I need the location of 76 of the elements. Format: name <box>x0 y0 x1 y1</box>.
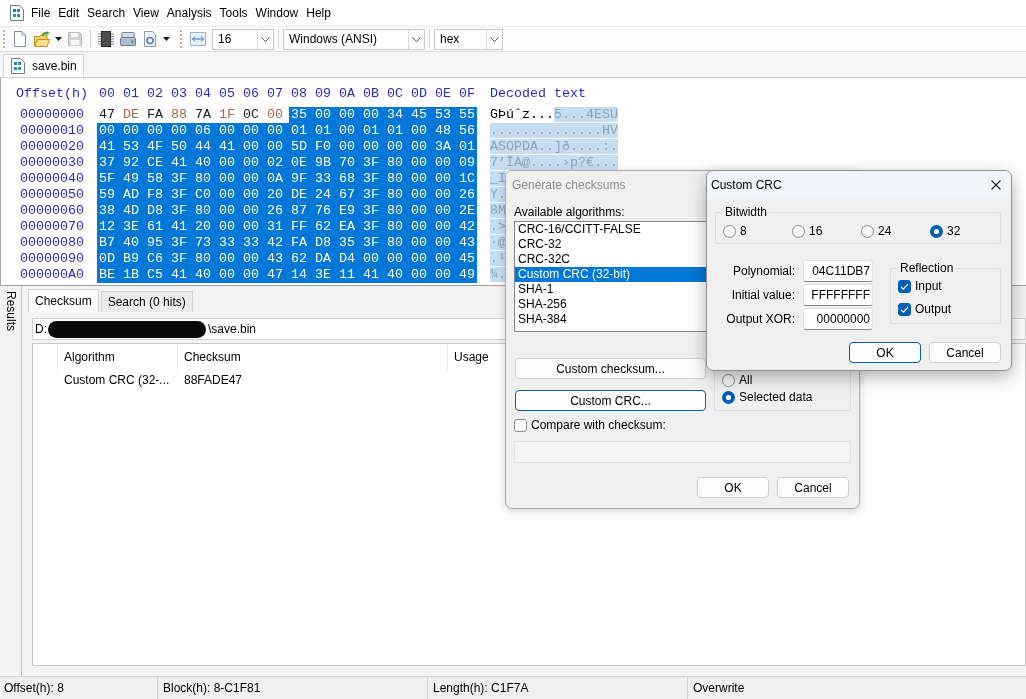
status-text: Overwrite <box>693 681 745 695</box>
column-header: 0F <box>459 86 475 101</box>
column-header: 09 <box>315 86 331 101</box>
hex-bytes: 5F 49 58 3F 80 00 00 0A 9F 33 68 3F 80 00 00 1C <box>97 171 477 187</box>
dialog-title: Generate checksums <box>512 178 626 192</box>
row-offset: 00000030 <box>20 155 84 170</box>
column-header: 00 <box>99 86 115 101</box>
column-header: 06 <box>243 86 259 101</box>
decoded-text: ASOPDA..]ð....:. <box>490 139 618 154</box>
column-header: 03 <box>171 86 187 101</box>
hex-bytes: 37 92 CE 41 40 00 00 02 0E 9B 70 3F 80 00 00 09 <box>97 155 477 171</box>
row-offset: 00000010 <box>20 123 84 138</box>
radio-label: All <box>739 373 753 387</box>
checkbox-label: Compare with checksum: <box>531 418 666 432</box>
field-label: Initial value: <box>730 288 795 302</box>
column-header: Offset(h) <box>16 86 88 101</box>
group-label: Bitwidth <box>724 205 769 219</box>
radio-label: 16 <box>809 224 823 238</box>
hex-bytes: 00 00 00 00 06 00 00 00 01 01 00 01 01 00 48 56 <box>97 123 477 139</box>
radio-label: 24 <box>878 224 892 238</box>
hex-bytes: 59 AD F8 3F C0 00 00 20 DE 24 67 3F 80 00 00 26 <box>97 187 477 203</box>
table-cell-text: 88FADE47 <box>183 372 244 387</box>
column-header: 0A <box>339 86 355 101</box>
row-offset: 00000060 <box>20 203 84 218</box>
column-header: 08 <box>291 86 307 101</box>
column-header: 04 <box>195 86 211 101</box>
column-header: 0E <box>435 86 451 101</box>
dialog-title: Custom CRC <box>711 178 782 192</box>
path-text: D: <box>35 322 47 336</box>
decoded-text: Y. <box>490 187 506 202</box>
decoded-text: 5...4ESU <box>554 107 618 122</box>
column-header: 0D <box>411 86 427 101</box>
decoded-text: _I <box>490 171 506 186</box>
radio-label: 8 <box>740 224 747 238</box>
row-offset: 000000A0 <box>20 267 84 282</box>
checkbox-label: Output <box>915 302 952 316</box>
row-offset: 00000070 <box>20 219 84 234</box>
hex-bytes: BE 1B C5 41 40 00 00 47 14 3E 11 41 40 00 00 49 <box>97 267 477 283</box>
row-offset: 00000000 <box>20 107 84 122</box>
hex-bytes: 38 4D D8 3F 80 00 00 26 87 76 E9 3F 80 00 00 2E <box>97 203 477 219</box>
list-label: Available algorithms: <box>514 205 626 219</box>
column-header: 0B <box>363 86 379 101</box>
column-header: Decoded text <box>490 86 586 101</box>
hex-bytes: B7 40 95 3F 73 33 33 42 FA D8 35 3F 80 00 00 43 <box>97 235 477 251</box>
row-offset: 00000040 <box>20 171 84 186</box>
column-header: 0C <box>387 86 403 101</box>
field-label: Output XOR: <box>725 312 795 326</box>
row-offset: 00000020 <box>20 139 84 154</box>
field-label: Polynomial: <box>731 264 795 278</box>
decoded-text: .> <box>490 219 506 234</box>
status-text: Offset(h): 8 <box>4 681 64 695</box>
tab-label: save.bin <box>32 59 77 73</box>
decoded-text: 8M <box>490 203 506 218</box>
path-text: \save.bin <box>208 322 257 336</box>
status-text: Block(h): 8-C1F81 <box>163 681 261 695</box>
hex-bytes: 35 00 00 00 34 45 53 55 <box>289 107 477 123</box>
hex-bytes: 0D B9 C6 3F 80 00 00 43 62 DA D4 00 00 00 00 45 <box>97 251 477 267</box>
radio-label: Selected data <box>739 390 813 404</box>
hex-bytes: 41 53 4F 50 44 41 00 00 5D F0 00 00 00 00 3A 01 <box>97 139 477 155</box>
row-offset: 00000050 <box>20 187 84 202</box>
hex-bytes: 12 3E 61 41 20 00 00 31 FF 62 EA 3F 80 00 00 42 <box>97 219 477 235</box>
checkbox-label: Input <box>915 279 942 293</box>
decoded-text: GÞúˆz... <box>490 107 554 122</box>
row-offset: 00000090 <box>20 251 84 266</box>
group-label: Reflection <box>899 261 955 275</box>
column-header: 01 <box>123 86 139 101</box>
decoded-text: 7’ÎA@....›p?€... <box>490 155 618 170</box>
table-cell-text: Custom CRC (32-... <box>63 372 171 387</box>
column-header: 07 <box>267 86 283 101</box>
column-header: 02 <box>147 86 163 101</box>
status-text: Length(h): C1F7A <box>433 681 529 695</box>
decoded-text: ..............HV <box>490 123 618 138</box>
row-offset: 00000080 <box>20 235 84 250</box>
column-header: 05 <box>219 86 235 101</box>
radio-label: 32 <box>947 224 961 238</box>
hex-bytes: 47 DE FA 88 7A 1F 0C 00 <box>98 107 284 123</box>
